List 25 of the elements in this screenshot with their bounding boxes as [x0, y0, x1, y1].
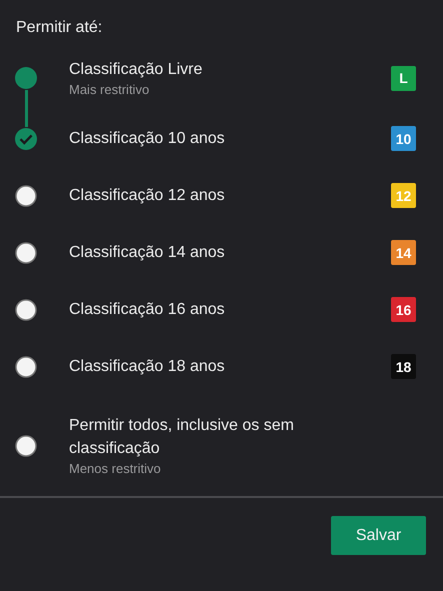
radio-button[interactable]: [14, 298, 38, 322]
save-button[interactable]: Salvar: [331, 516, 426, 555]
option-label[interactable]: Classificação 16 anos: [69, 298, 375, 321]
option-label[interactable]: Classificação 12 anos: [69, 184, 375, 207]
option-label[interactable]: Classificação 18 anos: [69, 355, 375, 378]
rating-badge: 10: [391, 126, 416, 151]
check-icon[interactable]: [14, 126, 38, 150]
radio-button[interactable]: [14, 354, 38, 378]
option-subtitle: Mais restritivo: [69, 80, 150, 98]
option-label[interactable]: Classificação Livre: [69, 58, 375, 80]
radio-button[interactable]: [14, 240, 38, 264]
option-label[interactable]: Permitir todos, inclusive os sem classificação: [69, 414, 329, 460]
rating-badge: 12: [391, 183, 416, 208]
rating-badge: 14: [391, 240, 416, 265]
radio-button[interactable]: [14, 434, 38, 458]
radio-button[interactable]: [14, 184, 38, 208]
option-label[interactable]: Classificação 10 anos: [69, 127, 375, 150]
connector-line: [25, 90, 28, 126]
rating-badge: 18: [391, 354, 416, 379]
rating-badge: 16: [391, 297, 416, 322]
option-subtitle: Menos restritivo: [69, 460, 162, 478]
heading: Permitir até:: [15, 18, 104, 38]
option-label[interactable]: Classificação 14 anos: [69, 241, 375, 264]
rating-badge: L: [391, 66, 416, 90]
included-dot[interactable]: [14, 66, 38, 90]
